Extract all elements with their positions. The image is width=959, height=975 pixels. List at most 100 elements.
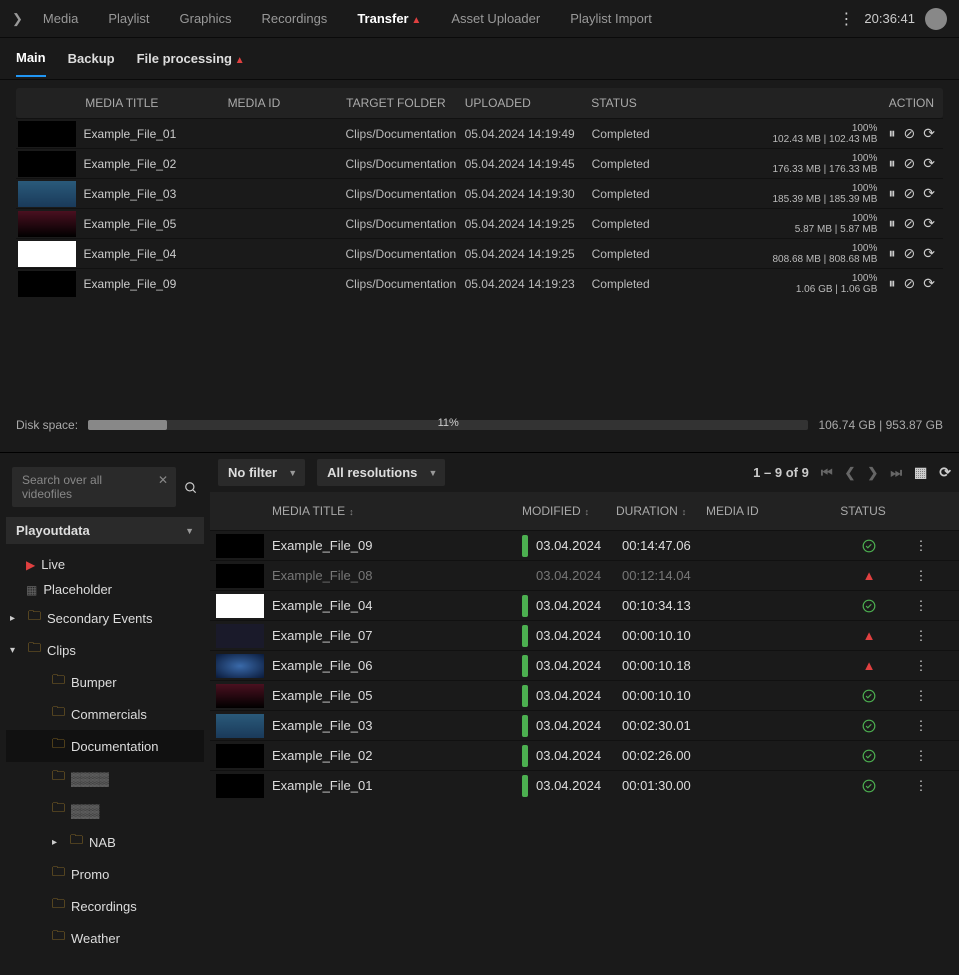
tree-item-nab[interactable]: ▸🗀NAB — [6, 826, 204, 858]
media-row[interactable]: Example_File_01 03.04.2024 00:01:30.00 ⋮ — [210, 770, 959, 800]
topnav-graphics[interactable]: Graphics — [180, 11, 232, 26]
transfer-row[interactable]: Example_File_09 Clips/Documentation 05.0… — [16, 268, 943, 298]
last-page-icon[interactable]: ⏭ — [890, 465, 902, 481]
refresh-icon[interactable]: ⟳ — [939, 464, 951, 481]
filter-dropdown[interactable]: No filter — [218, 459, 305, 486]
media-duration: 00:00:10.10 — [622, 628, 712, 643]
transfer-row[interactable]: Example_File_01 Clips/Documentation 05.0… — [16, 118, 943, 148]
retry-icon[interactable]: ⟳ — [923, 245, 935, 262]
cancel-icon[interactable]: ⊘ — [904, 185, 916, 202]
pause-icon[interactable]: ⏸ — [889, 275, 896, 292]
pause-icon[interactable]: ⏸ — [889, 185, 896, 202]
tree-item-recordings[interactable]: 🗀Recordings — [6, 890, 204, 922]
tree-item-secondary-events[interactable]: ▸🗀Secondary Events — [6, 602, 204, 634]
prev-page-icon[interactable]: ❮ — [845, 465, 856, 481]
folder-tree: ▶Live▦Placeholder▸🗀Secondary Events▾🗀Cli… — [6, 548, 204, 958]
retry-icon[interactable]: ⟳ — [923, 155, 935, 172]
transfer-folder: Clips/Documentation — [346, 127, 465, 141]
tree-item-▓▓▓▓[interactable]: 🗀▓▓▓▓ — [6, 762, 204, 794]
resolution-dropdown[interactable]: All resolutions — [317, 459, 445, 486]
row-menu-icon[interactable]: ⋮ — [915, 688, 928, 703]
media-row[interactable]: Example_File_07 03.04.2024 00:00:10.10 ▲… — [210, 620, 959, 650]
transfer-uploaded: 05.04.2024 14:19:30 — [465, 187, 592, 201]
subtab-file-processing[interactable]: File processing — [137, 51, 245, 76]
retry-icon[interactable]: ⟳ — [923, 215, 935, 232]
transfer-row[interactable]: Example_File_05 Clips/Documentation 05.0… — [16, 208, 943, 238]
tree-item-live[interactable]: ▶Live — [6, 552, 204, 577]
folder-icon: 🗀 — [52, 703, 65, 725]
transfer-row[interactable]: Example_File_02 Clips/Documentation 05.0… — [16, 148, 943, 178]
tree-item-commercials[interactable]: 🗀Commercials — [6, 698, 204, 730]
tree-label: Clips — [47, 643, 76, 658]
cancel-icon[interactable]: ⊘ — [904, 155, 916, 172]
media-row[interactable]: Example_File_08 03.04.2024 00:12:14.04 ▲… — [210, 560, 959, 590]
chevron-icon[interactable]: ▾ — [10, 645, 22, 656]
media-row[interactable]: Example_File_06 03.04.2024 00:00:10.18 ▲… — [210, 650, 959, 680]
first-page-icon[interactable]: ⏮ — [821, 465, 833, 481]
tree-item-weather[interactable]: 🗀Weather — [6, 922, 204, 954]
media-header-title[interactable]: MEDIA TITLE↕ — [272, 504, 522, 518]
row-menu-icon[interactable]: ⋮ — [915, 748, 928, 763]
transfer-row[interactable]: Example_File_03 Clips/Documentation 05.0… — [16, 178, 943, 208]
chevron-icon[interactable]: ▸ — [52, 837, 64, 848]
row-menu-icon[interactable]: ⋮ — [915, 568, 928, 583]
row-menu-icon[interactable]: ⋮ — [915, 718, 928, 733]
tree-item-bumper[interactable]: 🗀Bumper — [6, 666, 204, 698]
pause-icon[interactable]: ⏸ — [889, 215, 896, 232]
grid-view-icon[interactable]: ▦ — [914, 464, 927, 481]
media-header-duration[interactable]: DURATION↕ — [616, 504, 706, 518]
status-dot-icon — [522, 715, 528, 737]
row-menu-icon[interactable]: ⋮ — [915, 598, 928, 613]
thumbnail — [216, 714, 264, 738]
topnav-media[interactable]: Media — [43, 11, 78, 26]
disk-percent: 11% — [438, 417, 459, 429]
playout-dropdown[interactable]: Playoutdata — [6, 517, 204, 544]
clear-search-icon[interactable]: ✕ — [158, 473, 168, 487]
row-menu-icon[interactable]: ⋮ — [915, 658, 928, 673]
more-icon[interactable]: ⋮ — [838, 9, 854, 29]
tree-item-promo[interactable]: 🗀Promo — [6, 858, 204, 890]
topnav-asset-uploader[interactable]: Asset Uploader — [451, 11, 540, 26]
search-input[interactable]: Search over all videofiles ✕ — [12, 467, 176, 507]
media-header-id[interactable]: MEDIA ID — [706, 504, 826, 518]
chevron-icon[interactable]: ▸ — [10, 613, 22, 624]
pause-icon[interactable]: ⏸ — [889, 155, 896, 172]
media-header-modified[interactable]: MODIFIED↕ — [522, 504, 616, 518]
media-row[interactable]: Example_File_03 03.04.2024 00:02:30.01 ⋮ — [210, 710, 959, 740]
next-page-icon[interactable]: ❯ — [867, 465, 878, 481]
tree-item-▓▓▓[interactable]: 🗀▓▓▓ — [6, 794, 204, 826]
nav-chevron-icon[interactable]: ❯ — [12, 11, 23, 27]
thumbnail — [216, 654, 264, 678]
subtab-backup[interactable]: Backup — [68, 51, 115, 76]
cancel-icon[interactable]: ⊘ — [904, 275, 916, 292]
row-menu-icon[interactable]: ⋮ — [915, 628, 928, 643]
row-menu-icon[interactable]: ⋮ — [915, 778, 928, 793]
cancel-icon[interactable]: ⊘ — [904, 215, 916, 232]
search-icon[interactable] — [184, 479, 198, 495]
retry-icon[interactable]: ⟳ — [923, 185, 935, 202]
folder-icon: 🗀 — [52, 863, 65, 885]
tree-item-placeholder[interactable]: ▦Placeholder — [6, 577, 204, 602]
cancel-icon[interactable]: ⊘ — [904, 245, 916, 262]
retry-icon[interactable]: ⟳ — [923, 275, 935, 292]
media-row[interactable]: Example_File_05 03.04.2024 00:00:10.10 ⋮ — [210, 680, 959, 710]
pause-icon[interactable]: ⏸ — [889, 245, 896, 262]
pause-icon[interactable]: ⏸ — [889, 125, 896, 142]
cancel-icon[interactable]: ⊘ — [904, 125, 916, 142]
tree-item-clips[interactable]: ▾🗀Clips — [6, 634, 204, 666]
media-row[interactable]: Example_File_04 03.04.2024 00:10:34.13 ⋮ — [210, 590, 959, 620]
row-menu-icon[interactable]: ⋮ — [915, 538, 928, 553]
transfer-row[interactable]: Example_File_04 Clips/Documentation 05.0… — [16, 238, 943, 268]
topnav-transfer[interactable]: Transfer — [357, 11, 421, 26]
folder-icon: 🗀 — [52, 671, 65, 693]
tree-item-documentation[interactable]: 🗀Documentation — [6, 730, 204, 762]
topnav-recordings[interactable]: Recordings — [262, 11, 328, 26]
media-row[interactable]: Example_File_09 03.04.2024 00:14:47.06 ⋮ — [210, 530, 959, 560]
topnav-playlist-import[interactable]: Playlist Import — [570, 11, 652, 26]
retry-icon[interactable]: ⟳ — [923, 125, 935, 142]
topnav-playlist[interactable]: Playlist — [108, 11, 149, 26]
subtab-main[interactable]: Main — [16, 50, 46, 77]
media-row[interactable]: Example_File_02 03.04.2024 00:02:26.00 ⋮ — [210, 740, 959, 770]
folder-icon: 🗀 — [52, 927, 65, 949]
user-avatar-icon[interactable] — [925, 8, 947, 30]
